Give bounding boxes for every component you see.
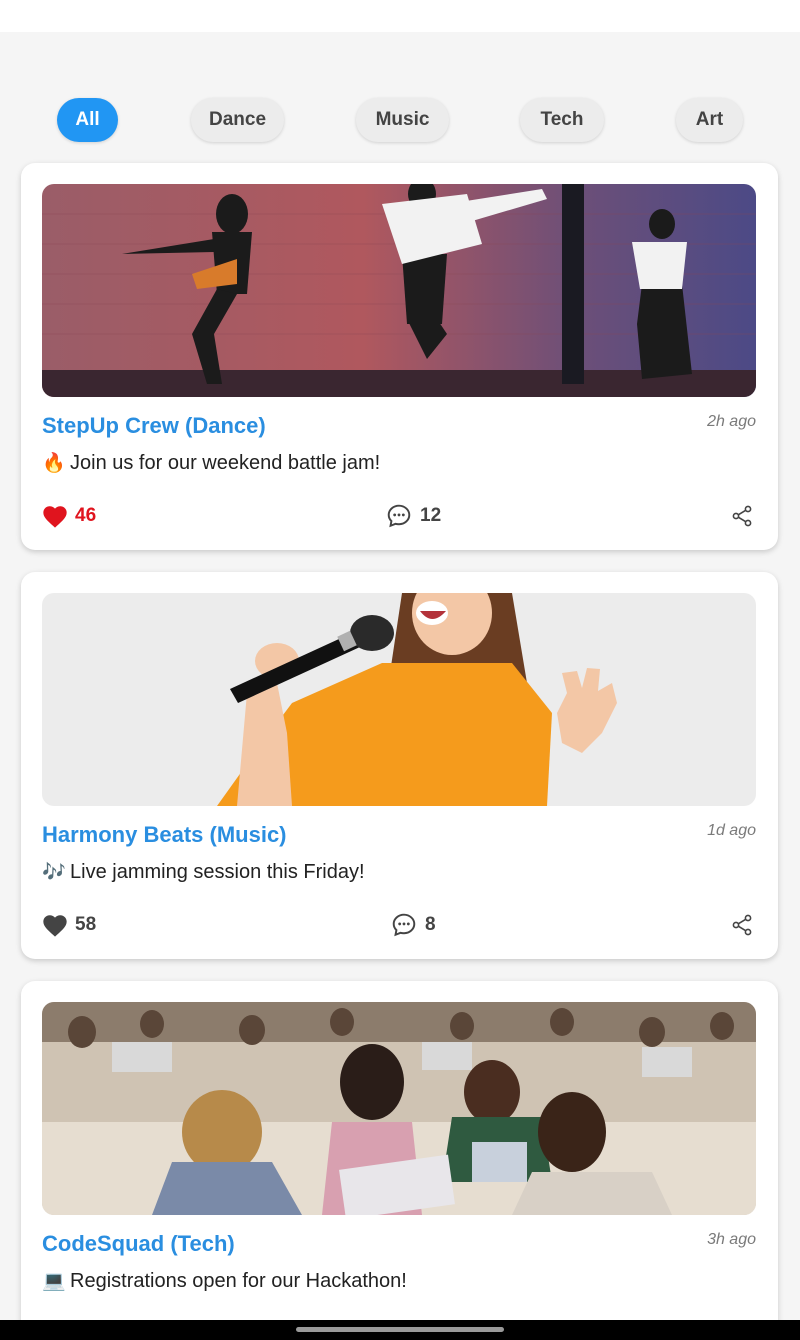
status-bar bbox=[0, 0, 800, 32]
post-actions: 58 8 bbox=[21, 908, 778, 942]
post-card[interactable]: Harmony Beats (Music) 1d ago 🎶 Live jamm… bbox=[21, 572, 778, 959]
filter-chip-tech[interactable]: Tech bbox=[520, 98, 604, 142]
system-navigation-bar bbox=[0, 1320, 800, 1340]
share-icon bbox=[732, 914, 752, 936]
post-timestamp: 2h ago bbox=[707, 413, 756, 430]
like-button[interactable]: 58 bbox=[41, 908, 96, 942]
like-count: 58 bbox=[75, 914, 97, 935]
post-actions: 46 12 bbox=[21, 499, 778, 533]
filter-chip-art[interactable]: Art bbox=[676, 98, 743, 142]
post-timestamp: 3h ago bbox=[707, 1231, 756, 1248]
post-card[interactable]: StepUp Crew (Dance) 2h ago 🔥 Join us for… bbox=[21, 163, 778, 550]
share-button[interactable] bbox=[728, 910, 756, 940]
heart-icon bbox=[43, 506, 67, 528]
comment-count: 12 bbox=[420, 505, 442, 526]
post-image-singer[interactable] bbox=[42, 593, 756, 806]
comment-bubble-icon bbox=[392, 913, 416, 937]
post-image-dance-crew[interactable] bbox=[42, 184, 756, 397]
home-gesture-handle[interactable] bbox=[296, 1327, 504, 1332]
post-message: Registrations open for our Hackathon! bbox=[70, 1269, 407, 1292]
comment-button[interactable]: 12 bbox=[386, 499, 441, 533]
share-button[interactable] bbox=[728, 501, 756, 531]
post-text: 🔥 Join us for our weekend battle jam! bbox=[42, 451, 380, 475]
comment-count: 8 bbox=[425, 914, 436, 935]
post-image-hackathon[interactable] bbox=[42, 1002, 756, 1215]
filter-chip-music[interactable]: Music bbox=[356, 98, 449, 142]
music-notes-emoji-icon: 🎶 bbox=[42, 862, 66, 883]
post-club-name[interactable]: CodeSquad (Tech) bbox=[42, 1231, 235, 1257]
post-text: 🎶 Live jamming session this Friday! bbox=[42, 860, 365, 884]
post-message: Join us for our weekend battle jam! bbox=[70, 451, 381, 474]
heart-icon bbox=[43, 915, 67, 937]
filter-chip-all[interactable]: All bbox=[57, 98, 118, 142]
post-club-name[interactable]: StepUp Crew (Dance) bbox=[42, 413, 266, 439]
comment-button[interactable]: 8 bbox=[391, 908, 436, 942]
post-text: 💻 Registrations open for our Hackathon! bbox=[42, 1269, 407, 1293]
like-button[interactable]: 46 bbox=[41, 499, 96, 533]
like-count: 46 bbox=[75, 505, 97, 526]
feed-page: All Dance Music Tech Art StepUp Crew (Da… bbox=[0, 32, 800, 1320]
post-card[interactable]: CodeSquad (Tech) 3h ago 💻 Registrations … bbox=[21, 981, 778, 1320]
post-club-name[interactable]: Harmony Beats (Music) bbox=[42, 822, 287, 848]
filter-chip-dance[interactable]: Dance bbox=[191, 98, 284, 142]
fire-emoji-icon: 🔥 bbox=[42, 453, 66, 474]
post-message: Live jamming session this Friday! bbox=[70, 860, 365, 883]
laptop-emoji-icon: 💻 bbox=[42, 1271, 66, 1292]
post-timestamp: 1d ago bbox=[707, 822, 756, 839]
category-filter-bar: All Dance Music Tech Art bbox=[0, 96, 800, 144]
comment-bubble-icon bbox=[387, 504, 411, 528]
share-icon bbox=[732, 505, 752, 527]
